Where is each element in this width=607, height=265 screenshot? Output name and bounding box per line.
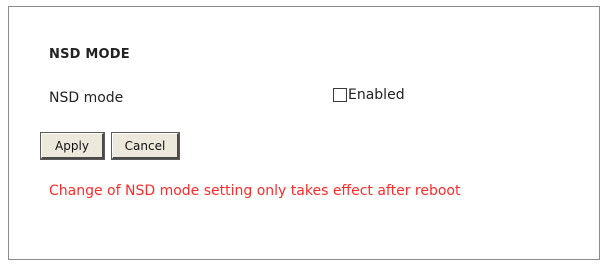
settings-panel: NSD MODE NSD mode Enabled Apply Cancel C… <box>8 6 600 260</box>
apply-button[interactable]: Apply <box>40 132 105 160</box>
enabled-checkbox[interactable] <box>333 88 347 102</box>
cancel-button[interactable]: Cancel <box>111 132 180 160</box>
nsd-mode-label: NSD mode <box>49 90 124 106</box>
reboot-warning-text: Change of NSD mode setting only takes ef… <box>49 183 461 199</box>
enabled-checkbox-label[interactable]: Enabled <box>348 87 405 103</box>
section-title: NSD MODE <box>49 47 130 62</box>
nsd-mode-enabled-toggle[interactable]: Enabled <box>333 87 405 103</box>
